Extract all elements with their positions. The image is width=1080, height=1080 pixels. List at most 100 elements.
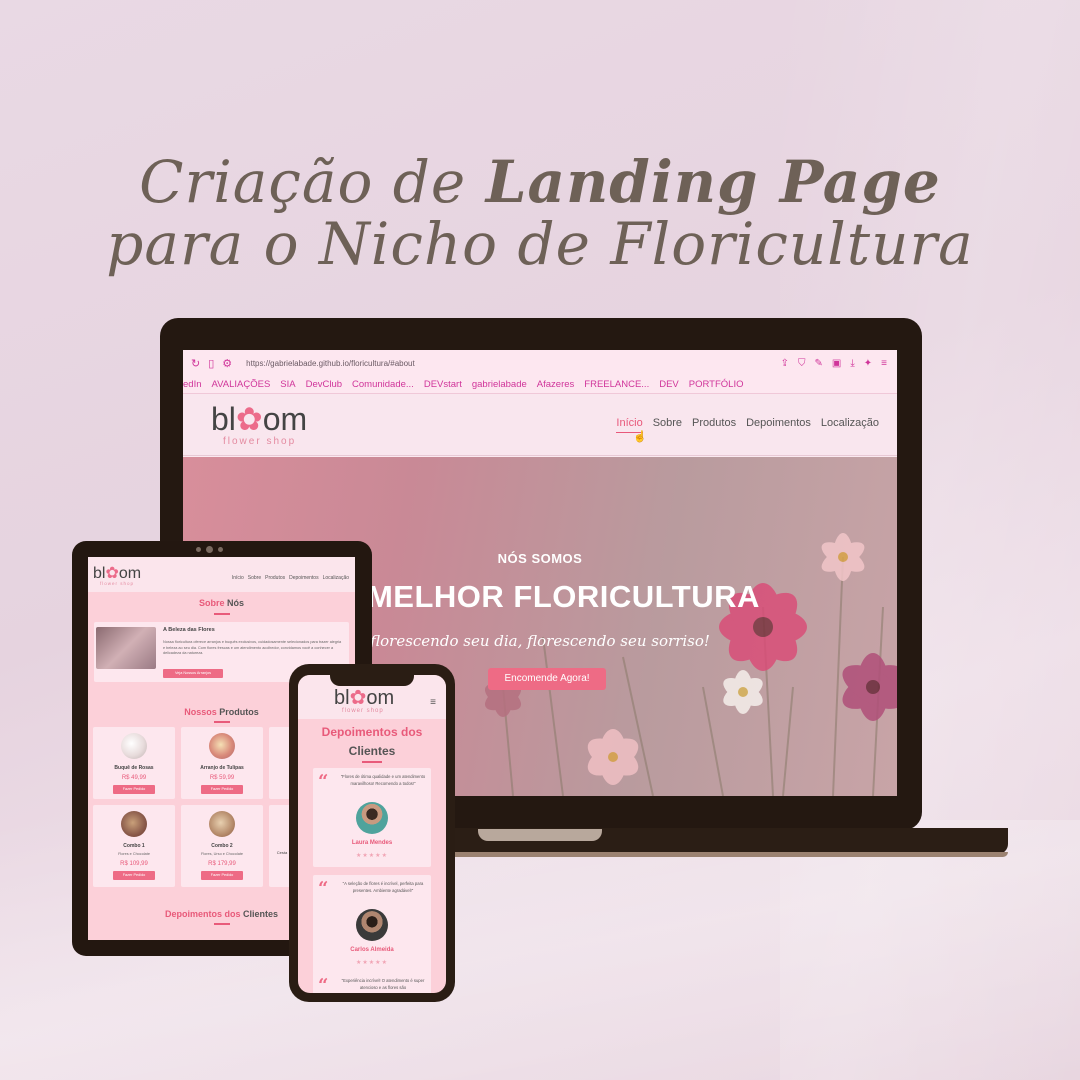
extension-icon[interactable]: ▣ [832, 358, 841, 369]
browser-address-bar: ↻ ▯ ⚙ https://gabrielabade.github.io/flo… [183, 350, 897, 376]
product-image [209, 733, 235, 759]
bookmark-item[interactable]: Comunidade... [352, 379, 414, 390]
phone-logo[interactable]: bl✿om [334, 685, 394, 710]
testimonial-card: “ "Flores de ótima qualidade e um atendi… [313, 768, 431, 867]
pen-icon[interactable]: ✎ [815, 358, 823, 369]
bookmark-item[interactable]: FREELANCE... [584, 379, 649, 390]
testimonial-text: "A seleção de flores é incrível, perfeit… [342, 881, 424, 893]
tablet-logo[interactable]: bl✿om [93, 563, 141, 583]
headline-regular-text: Criação de [139, 148, 486, 216]
product-image [121, 811, 147, 837]
sparkle-icon[interactable]: ✦ [864, 358, 872, 369]
product-name: Combo 1 [123, 843, 145, 849]
product-name: Buquê de Rosas [114, 765, 154, 771]
product-name: Arranjo de Tulipas [200, 765, 244, 771]
testimonial-text: "Experiência incrível! O atendimento é s… [341, 978, 425, 990]
tablet-camera [206, 546, 213, 553]
about-card-text: Nossa floricultura oferece arranjos e bu… [163, 640, 342, 655]
title-underline [214, 721, 230, 723]
browser-toolbar-icons: ⇪ ⛉ ✎ ▣ ⤓ ✦ ≡ [781, 358, 887, 369]
flower-logo-icon: ✿ [235, 401, 263, 437]
nav-localizacao[interactable]: Localização [323, 575, 349, 581]
nav-produtos[interactable]: Produtos [265, 575, 285, 581]
shield-icon[interactable]: ⛉ [798, 358, 806, 369]
reload-icon[interactable]: ↻ [191, 357, 200, 370]
order-now-button[interactable]: Encomende Agora! [488, 668, 606, 690]
about-title-pink: Sobre [198, 598, 225, 608]
url-field[interactable]: https://gabrielabade.github.io/floricult… [246, 359, 415, 368]
title-underline [362, 761, 382, 763]
testimonials-title-dark: Clientes [243, 909, 279, 919]
tablet-site-header: bl✿om flower shop Início Sobre Produtos … [88, 557, 355, 592]
product-price: R$ 59,99 [209, 775, 235, 781]
quote-icon: “ [318, 975, 329, 993]
bookmark-item[interactable]: DEV [659, 379, 679, 390]
laptop-trackpad-notch [478, 829, 602, 841]
product-card: Arranjo de Tulipas R$ 59,99 Fazer Pedido [181, 727, 263, 799]
share-icon[interactable]: ⇪ [781, 358, 789, 369]
product-name: Combo 2 [211, 843, 233, 849]
testimonial-text: "Flores de ótima qualidade e um atendime… [340, 774, 426, 786]
about-photo [96, 627, 156, 669]
hamburger-menu-icon[interactable]: ≡ [430, 697, 436, 708]
bookmark-item[interactable]: DevClub [306, 379, 342, 390]
logo-text-left: bl [93, 565, 106, 582]
logo-text-right: om [366, 687, 395, 709]
download-icon[interactable]: ⤓ [850, 358, 854, 369]
product-card: Combo 1 Flores e Chocolate R$ 109,99 Faz… [93, 805, 175, 887]
logo-text-left: bl [211, 401, 236, 437]
customer-avatar [356, 802, 388, 834]
bookmark-item[interactable]: AVALIAÇÕES [212, 379, 271, 390]
logo-tagline: flower shop [100, 581, 135, 586]
nav-sobre[interactable]: Sobre [653, 417, 682, 433]
testimonials-title-pink: Depoimentos dos [164, 909, 241, 919]
star-rating: ★★★★★ [356, 960, 388, 966]
nav-sobre[interactable]: Sobre [248, 575, 261, 581]
nav-depoimentos[interactable]: Depoimentos [289, 575, 318, 581]
site-settings-icon[interactable]: ⚙ [222, 357, 232, 370]
order-button[interactable]: Fazer Pedido [201, 871, 243, 880]
logo[interactable]: bl✿om [211, 400, 307, 438]
bookmark-icon[interactable]: ▯ [208, 357, 214, 370]
nav-depoimentos[interactable]: Depoimentos [746, 417, 811, 433]
about-title-dark: Nós [227, 598, 245, 608]
logo-tagline: flower shop [342, 708, 384, 714]
customer-avatar [356, 909, 388, 941]
tablet-sensor [196, 547, 201, 552]
order-button[interactable]: Fazer Pedido [201, 785, 243, 794]
see-arrangements-button[interactable]: Veja Nossos Arranjos [163, 669, 223, 678]
phone-testimonials-title: Depoimentos dos Clientes [298, 723, 446, 761]
product-price: R$ 109,99 [120, 861, 148, 867]
about-card-title: A Beleza das Flores [163, 627, 215, 633]
main-nav: Início Sobre Produtos Depoimentos Locali… [616, 417, 879, 433]
quote-icon: “ [318, 878, 329, 899]
logo-text-left: bl [334, 687, 350, 709]
nav-produtos[interactable]: Produtos [692, 417, 736, 433]
order-button[interactable]: Fazer Pedido [113, 785, 155, 794]
product-card: Buquê de Rosas R$ 49,99 Fazer Pedido [93, 727, 175, 799]
product-price: R$ 49,99 [121, 775, 147, 781]
tablet-sensor [218, 547, 223, 552]
testimonial-card: “ "Experiência incrível! O atendimento é… [313, 972, 431, 993]
headline-line-1: Criação de Landing Page [0, 150, 1080, 214]
bookmark-item[interactable]: PORTFÓLIO [689, 379, 744, 390]
bookmark-item[interactable]: gabrielabade [472, 379, 527, 390]
bookmark-item[interactable]: DEVstart [424, 379, 462, 390]
nav-inicio[interactable]: Início [232, 575, 244, 581]
headline-bold-text: Landing Page [485, 148, 941, 216]
menu-icon[interactable]: ≡ [881, 358, 887, 369]
headline: Criação de Landing Page para o Nicho de … [0, 150, 1080, 274]
nav-localizacao[interactable]: Localização [821, 417, 879, 433]
product-image [121, 733, 147, 759]
title-underline [214, 613, 230, 615]
phone-screen: bl✿om flower shop ≡ Depoimentos dos Clie… [298, 675, 446, 993]
bookmark-item[interactable]: edIn [183, 379, 202, 390]
bookmark-item[interactable]: Afazeres [537, 379, 575, 390]
product-card: Combo 2 Flores, Urso e Chocolate R$ 179,… [181, 805, 263, 887]
order-button[interactable]: Fazer Pedido [113, 871, 155, 880]
testimonial-card: “ "A seleção de flores é incrível, perfe… [313, 875, 431, 974]
bookmark-item[interactable]: SIA [280, 379, 295, 390]
star-rating: ★★★★★ [356, 853, 388, 859]
quote-icon: “ [318, 771, 329, 792]
testimonials-title-dark: Clientes [348, 744, 396, 758]
